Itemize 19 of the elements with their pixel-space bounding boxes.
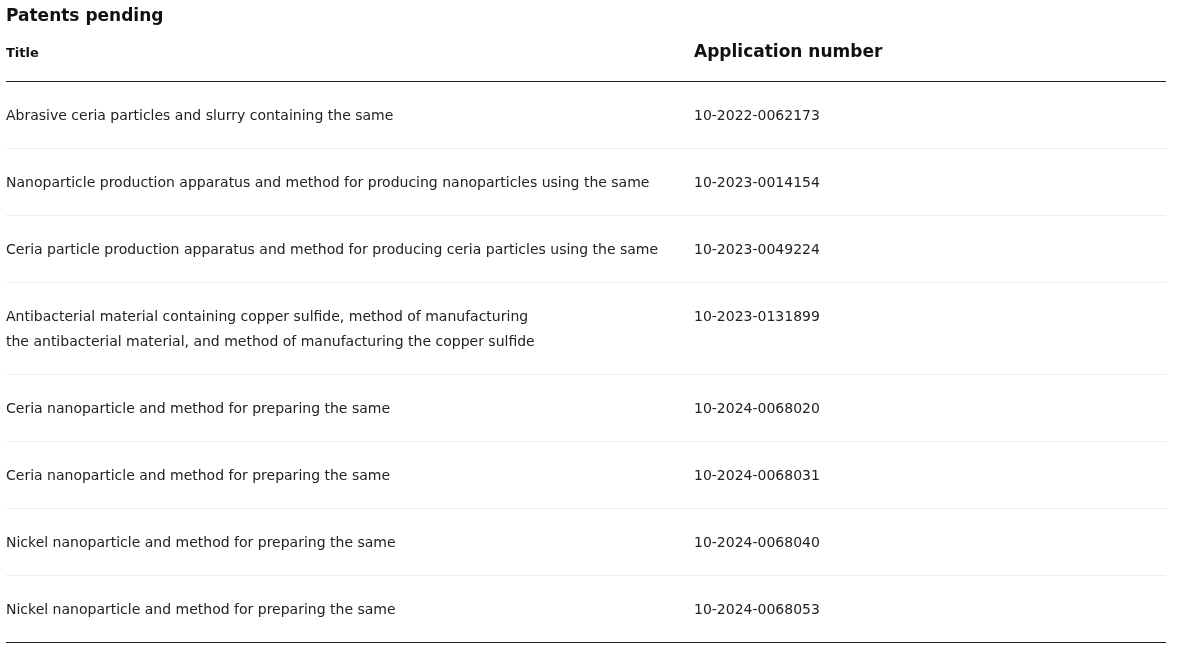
table-cell: 10-2023-0131899 (694, 282, 1166, 375)
table-cell: Nickel nanoparticle and method for preparing the same (6, 508, 694, 576)
table-cell: Nanoparticle production apparatus and method for producing nanoparticles using the same (6, 148, 694, 216)
section-heading: Patents pending (6, 4, 165, 26)
table-cell: 10-2023-0049224 (694, 215, 1166, 283)
table-cell: 10-2024-0068040 (694, 508, 1166, 576)
table-cell: 10-2024-0068053 (694, 575, 1166, 643)
table-cell: 10-2022-0062173 (694, 81, 1166, 149)
column-header: Application number (694, 41, 1166, 82)
table-cell: 10-2024-0068020 (694, 374, 1166, 442)
table-cell: Ceria nanoparticle and method for preparing the same (6, 441, 694, 509)
table-cell: Ceria particle production apparatus and method for producing ceria particles using the same (6, 215, 694, 283)
table-cell: Abrasive ceria particles and slurry containing the same (6, 81, 694, 149)
column-header: Title (6, 41, 694, 82)
table-cell: Nickel nanoparticle and method for preparing the same (6, 575, 694, 643)
table-cell: Antibacterial material containing copper sulfide, method of manufacturing the antibacterial material, and method of manufacturing the copper sulfide (6, 282, 694, 375)
table-cell: 10-2023-0014154 (694, 148, 1166, 216)
table-cell: 10-2024-0068031 (694, 441, 1166, 509)
table-cell: Ceria nanoparticle and method for preparing the same (6, 374, 694, 442)
